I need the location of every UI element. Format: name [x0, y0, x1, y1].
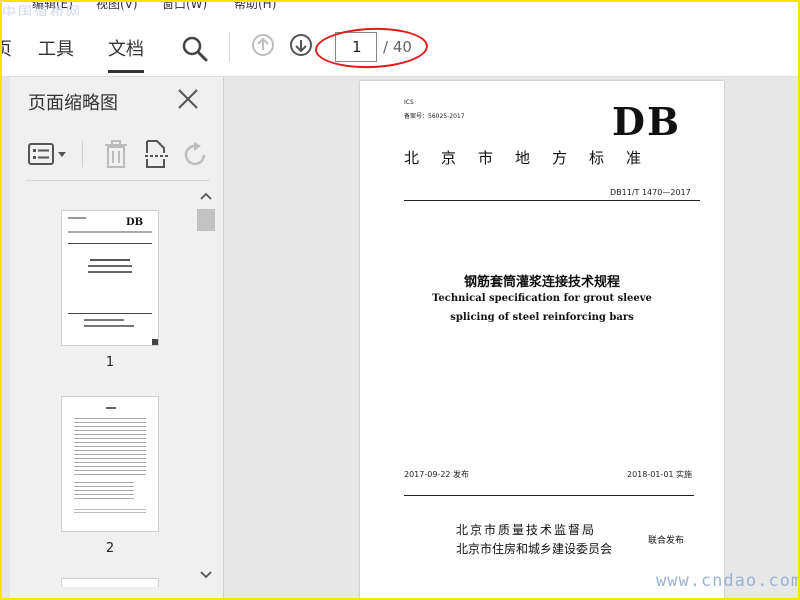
- page-down-icon[interactable]: [290, 34, 312, 56]
- menu-window[interactable]: 窗口(W): [162, 2, 207, 12]
- options-menu-icon[interactable]: [28, 141, 68, 167]
- thumbnail-scrollbar[interactable]: [196, 187, 216, 587]
- mini-line: [90, 259, 130, 261]
- tab-tools[interactable]: 工具: [38, 35, 74, 61]
- record-number: 备案号：56025-2017: [404, 113, 465, 120]
- mini-text-block: [74, 479, 134, 501]
- scroll-up-icon[interactable]: [200, 191, 212, 201]
- thumbnail-label: 2: [105, 541, 115, 556]
- tab-home[interactable]: 页: [2, 35, 12, 61]
- ics-label: ICS: [404, 99, 414, 106]
- document-title-en-1: Technical specification for grout sleeve: [432, 293, 652, 304]
- effective-date: 2018-01-01 实施: [627, 470, 693, 479]
- toolbar-separator: [229, 32, 230, 62]
- menu-help[interactable]: 帮助(H): [234, 2, 276, 12]
- search-icon[interactable]: [181, 35, 209, 63]
- menu-view[interactable]: 视图(V): [96, 2, 138, 12]
- delete-icon[interactable]: [102, 139, 130, 169]
- thumbnail-toolbar: [26, 139, 216, 169]
- watermark-top: 中国道桥网: [2, 5, 82, 16]
- document-title-cn: 钢筋套筒灌浆连接技术规程: [463, 275, 620, 290]
- mini-line: [84, 325, 134, 327]
- thumbnail-panel: 页面缩略图 DB 1 2: [2, 77, 224, 598]
- mini-text-block: [74, 507, 146, 513]
- highlight-ellipse: [314, 26, 429, 70]
- mini-rule: [68, 243, 152, 244]
- toolbar: 页 工具 文档 1 / 40: [2, 16, 798, 77]
- standard-code: DB11/T 1470—2017: [610, 188, 691, 197]
- watermark-bottom: www.cndao.com: [656, 571, 798, 591]
- thumbnail-page-3[interactable]: [62, 579, 158, 587]
- panel-edge: [2, 77, 10, 598]
- issuer-2: 北京市住房和城乡建设委员会: [456, 542, 613, 556]
- db-logo: DB: [612, 99, 682, 144]
- thumbnail-mini-logo: DB: [126, 217, 144, 228]
- document-page: ICS 备案号：56025-2017 DB 北京市地方标准 DB11/T 147…: [360, 81, 724, 598]
- mini-line: [68, 231, 152, 233]
- scroll-down-icon[interactable]: [200, 570, 212, 580]
- mini-line: [68, 217, 86, 219]
- thumb-corner: [152, 339, 158, 345]
- mini-rule: [68, 313, 152, 314]
- mini-line: [88, 265, 132, 267]
- mini-text-block: [74, 415, 146, 475]
- document-title-en-2: splicing of steel reinforcing bars: [450, 312, 634, 323]
- publish-date: 2017-09-22 发布: [404, 470, 470, 479]
- page-up-icon[interactable]: [252, 34, 274, 56]
- rotate-icon[interactable]: [182, 141, 210, 169]
- header-rule: [404, 200, 700, 201]
- footer-rule: [404, 495, 694, 496]
- close-icon[interactable]: [176, 87, 200, 111]
- extract-pages-icon[interactable]: [144, 139, 170, 169]
- mini-line: [84, 319, 124, 321]
- tab-document[interactable]: 文档: [108, 35, 144, 73]
- scrollbar-thumb[interactable]: [197, 209, 215, 231]
- thumbnail-page-2[interactable]: [62, 397, 158, 531]
- thumbnail-page-1[interactable]: DB: [62, 211, 158, 345]
- mini-line: [88, 271, 132, 273]
- joint-issue-label: 联合发布: [648, 536, 685, 546]
- app-window: 编辑(E) 视图(V) 窗口(W) 帮助(H) 中国道桥网 页 工具 文档 1: [2, 2, 798, 598]
- issuer-1: 北京市质量技术监督局: [456, 523, 597, 537]
- panel-divider: [26, 180, 210, 181]
- document-view: ICS 备案号：56025-2017 DB 北京市地方标准 DB11/T 147…: [224, 77, 798, 598]
- toolbar-divider: [82, 141, 83, 167]
- standard-type: 北京市地方标准: [404, 149, 664, 167]
- mini-line: [106, 407, 116, 409]
- menu-bar: 编辑(E) 视图(V) 窗口(W) 帮助(H) 中国道桥网: [2, 2, 798, 16]
- panel-title: 页面缩略图: [28, 93, 118, 114]
- thumbnail-list: DB 1 2: [26, 187, 196, 587]
- thumbnail-label: 1: [105, 355, 115, 370]
